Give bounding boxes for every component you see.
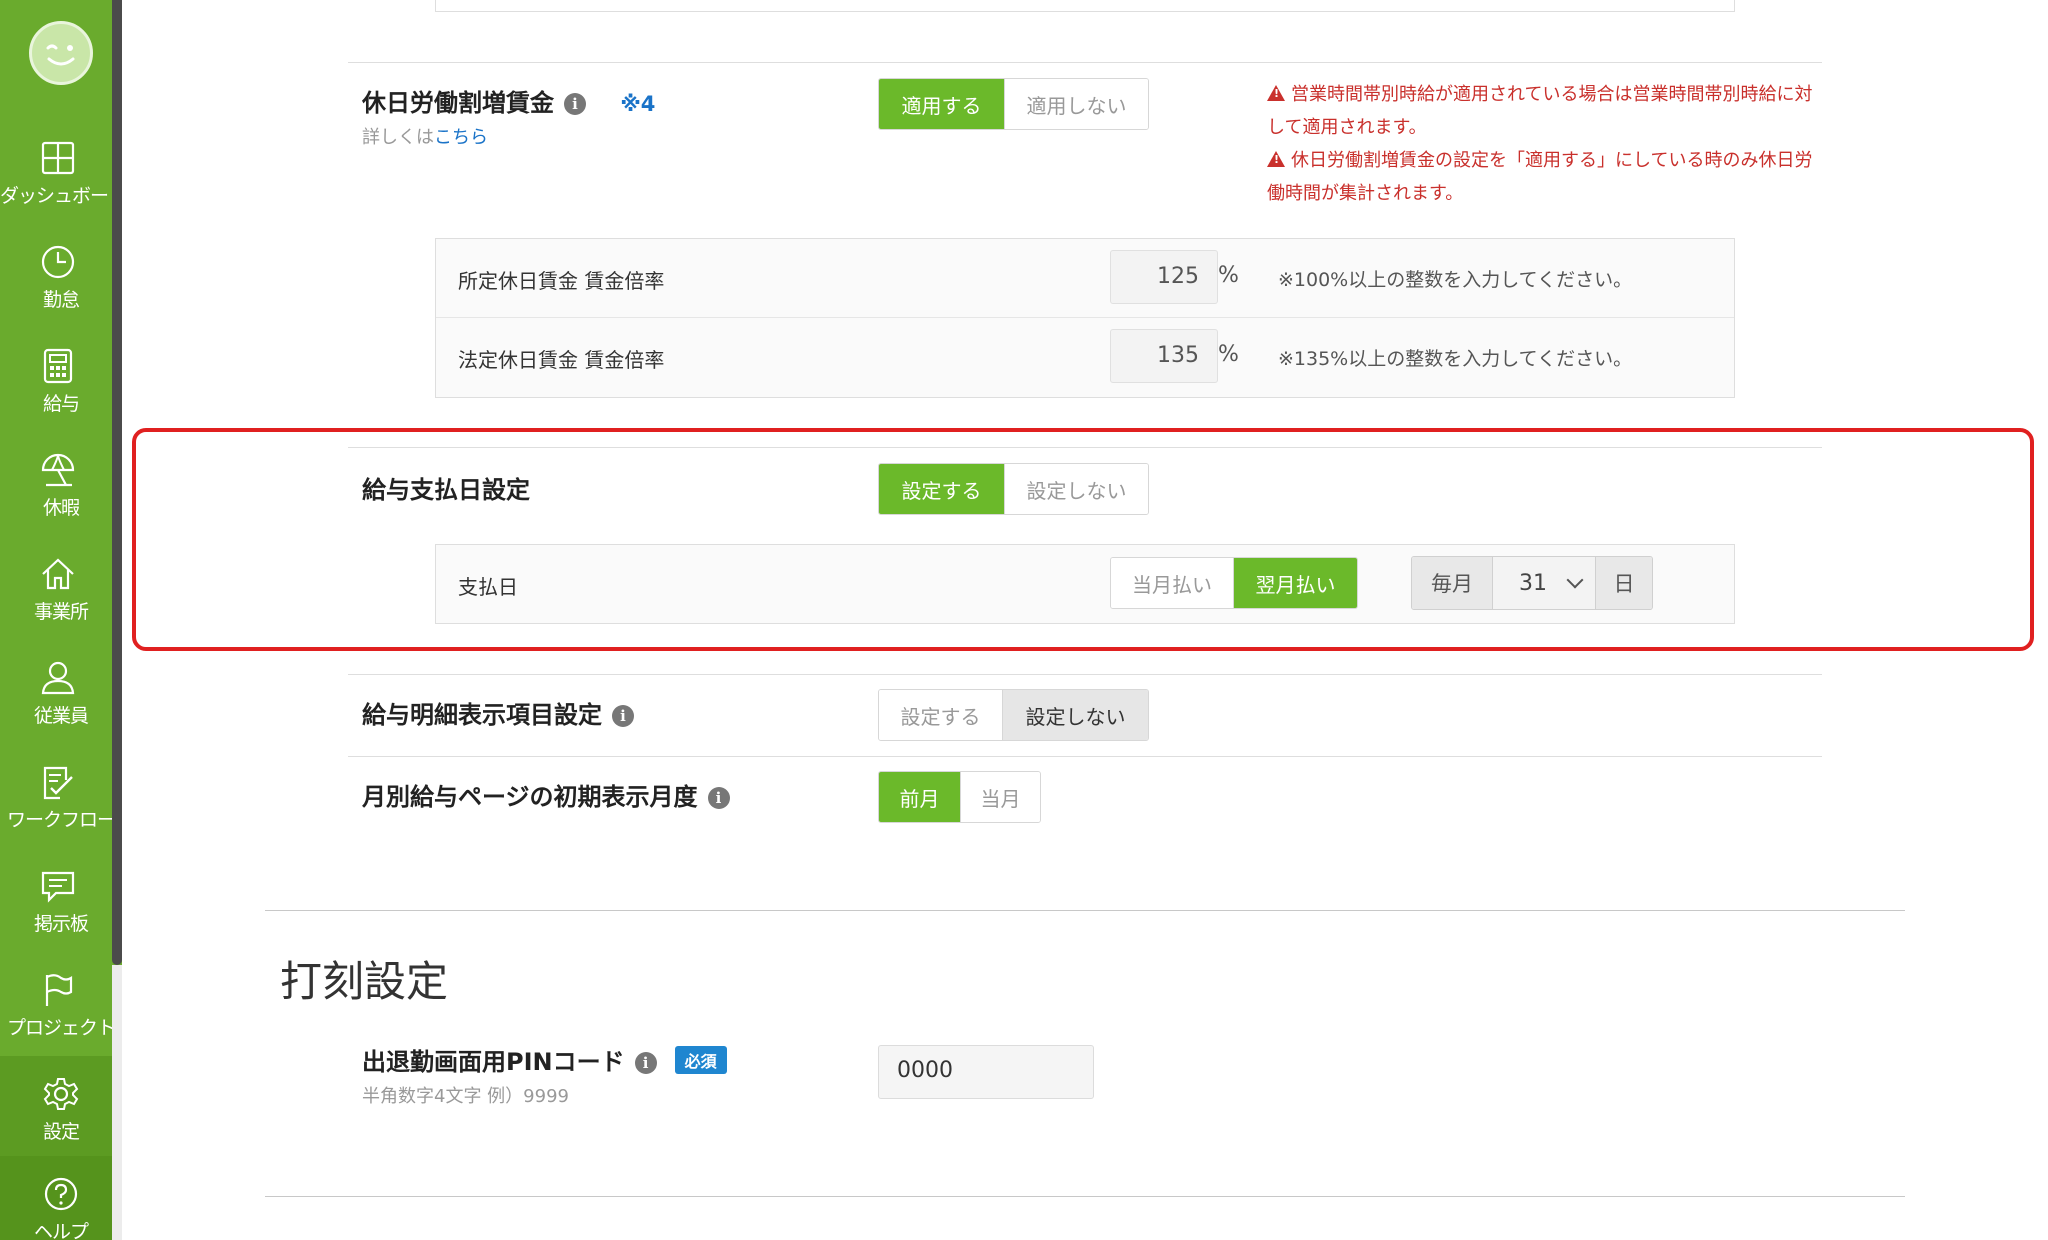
scheduled-holiday-rate-input[interactable]: 125 [1110, 250, 1218, 304]
warning-messages: 営業時間帯別時給が適用されている場合は営業時間帯別時給に対して適用されます。 休… [1267, 78, 1827, 210]
monthly-page-title: 月別給与ページの初期表示月度 [362, 783, 698, 811]
help-icon [44, 1177, 78, 1211]
info-icon[interactable]: i [564, 93, 586, 115]
divider [348, 62, 1822, 63]
sidebar-item-dashboard[interactable]: ダッシュボード [0, 120, 127, 224]
sidebar-item-label: 事業所 [33, 601, 89, 623]
set-option[interactable]: 設定する [879, 690, 1002, 740]
details-hint: 詳しくはこちら [362, 123, 488, 149]
payslip-items-heading: 給与明細表示項目設定 i [362, 695, 634, 730]
sidebar-scrollbar[interactable] [112, 0, 122, 965]
sidebar-item-label: 設定 [42, 1121, 80, 1143]
holiday-premium-title: 休日労働割増賃金 [362, 89, 554, 117]
calculator-icon [43, 348, 73, 384]
payslip-items-title: 給与明細表示項目設定 [362, 701, 602, 729]
section-divider [265, 910, 1905, 911]
warning-line: 休日労働割増賃金の設定を「適用する」にしている時のみ休日労働時間が集計されます。 [1267, 144, 1827, 210]
sidebar-item-employees[interactable]: 従業員 [0, 640, 112, 744]
not-set-option[interactable]: 設定しない [1002, 690, 1148, 740]
sidebar-item-workflow[interactable]: ワークフロー [0, 744, 116, 848]
umbrella-icon [41, 453, 75, 487]
divider [436, 317, 1734, 318]
info-icon[interactable]: i [612, 705, 634, 727]
previous-month-option[interactable]: 前月 [879, 772, 960, 822]
sidebar-item-leave[interactable]: 休暇 [0, 432, 112, 536]
warning-line: 営業時間帯別時給が適用されている場合は営業時間帯別時給に対して適用されます。 [1267, 78, 1827, 144]
sidebar-item-label: ヘルプ [33, 1221, 89, 1240]
pin-code-input[interactable]: 0000 [878, 1045, 1094, 1099]
apply-option[interactable]: 適用する [879, 79, 1004, 129]
monthly-page-toggle: 前月 当月 [878, 771, 1041, 823]
sidebar-item-settings[interactable]: 設定 [0, 1056, 122, 1156]
payslip-items-toggle: 設定する 設定しない [878, 689, 1149, 741]
info-icon[interactable]: i [707, 787, 730, 809]
sidebar-item-label: ダッシュボード [0, 185, 127, 207]
pin-code-heading: 出退勤画面用PINコード i 必須 [362, 1042, 727, 1077]
percent-unit: % [1218, 342, 1239, 367]
holiday-rate-panel: 所定休日賃金 賃金倍率 125 % ※100%以上の整数を入力してください。 法… [435, 238, 1735, 398]
legal-holiday-rate-label: 法定休日賃金 賃金倍率 [458, 348, 665, 372]
stamping-section-title: 打刻設定 [280, 957, 449, 1006]
details-link[interactable]: こちら [434, 127, 488, 148]
person-icon [41, 661, 75, 695]
chat-icon [41, 871, 75, 903]
required-badge: 必須 [674, 1046, 727, 1074]
sidebar-item-label: 掲示板 [33, 913, 89, 935]
sidebar-item-bulletin[interactable]: 掲示板 [0, 848, 112, 952]
home-icon [42, 558, 74, 590]
sidebar-item-label: 休暇 [42, 497, 80, 519]
sidebar: ダッシュボード 勤怠 給与 休暇 事業所 従業員 ワークフロー 掲示板 プロジェ… [0, 0, 127, 1240]
rate-note: ※100%以上の整数を入力してください。 [1278, 269, 1633, 291]
dashboard-icon [41, 141, 75, 175]
sidebar-scroll-track [112, 965, 122, 1240]
highlight-annotation [132, 428, 2034, 651]
sidebar-item-project[interactable]: プロジェクト [0, 952, 116, 1056]
sidebar-item-payroll[interactable]: 給与 [0, 328, 112, 432]
checklist-icon [43, 766, 73, 800]
divider [348, 756, 1822, 757]
gear-icon [43, 1078, 79, 1110]
divider [348, 674, 1822, 675]
info-icon[interactable]: i [634, 1052, 657, 1074]
sidebar-item-help[interactable]: ヘルプ [0, 1156, 122, 1240]
holiday-premium-toggle: 適用する 適用しない [878, 78, 1149, 130]
section-divider [265, 1196, 1905, 1197]
legal-holiday-rate-input[interactable]: 135 [1110, 329, 1218, 383]
percent-unit: % [1218, 263, 1239, 288]
sidebar-item-label: 従業員 [33, 705, 89, 727]
sidebar-item-label: ワークフロー [6, 809, 116, 831]
smiley-face-icon [46, 44, 75, 66]
pin-code-title: 出退勤画面用PINコード [362, 1048, 625, 1076]
holiday-premium-heading: 休日労働割増賃金 i ※4 [362, 83, 655, 118]
flag-icon [45, 974, 73, 1006]
scheduled-holiday-rate-label: 所定休日賃金 賃金倍率 [458, 269, 665, 293]
clock-icon [41, 245, 75, 279]
sidebar-item-attendance[interactable]: 勤怠 [0, 224, 112, 328]
sidebar-item-office[interactable]: 事業所 [0, 536, 112, 640]
current-month-option[interactable]: 当月 [960, 772, 1040, 822]
rate-note: ※135%以上の整数を入力してください。 [1278, 348, 1633, 370]
not-apply-option[interactable]: 適用しない [1004, 79, 1148, 129]
avatar[interactable] [29, 21, 93, 85]
details-prefix: 詳しくは [362, 127, 434, 148]
sidebar-item-label: 勤怠 [42, 289, 80, 311]
sidebar-item-label: 給与 [42, 393, 80, 415]
sidebar-item-label: プロジェクト [6, 1017, 116, 1039]
warning-icon [1267, 85, 1285, 101]
monthly-page-heading: 月別給与ページの初期表示月度 i [362, 777, 730, 812]
pin-code-hint: 半角数字4文字 例）9999 [362, 1086, 569, 1107]
warning-icon [1267, 151, 1285, 167]
note-ref-link[interactable]: ※4 [620, 92, 655, 116]
previous-subpanel [435, 0, 1735, 12]
